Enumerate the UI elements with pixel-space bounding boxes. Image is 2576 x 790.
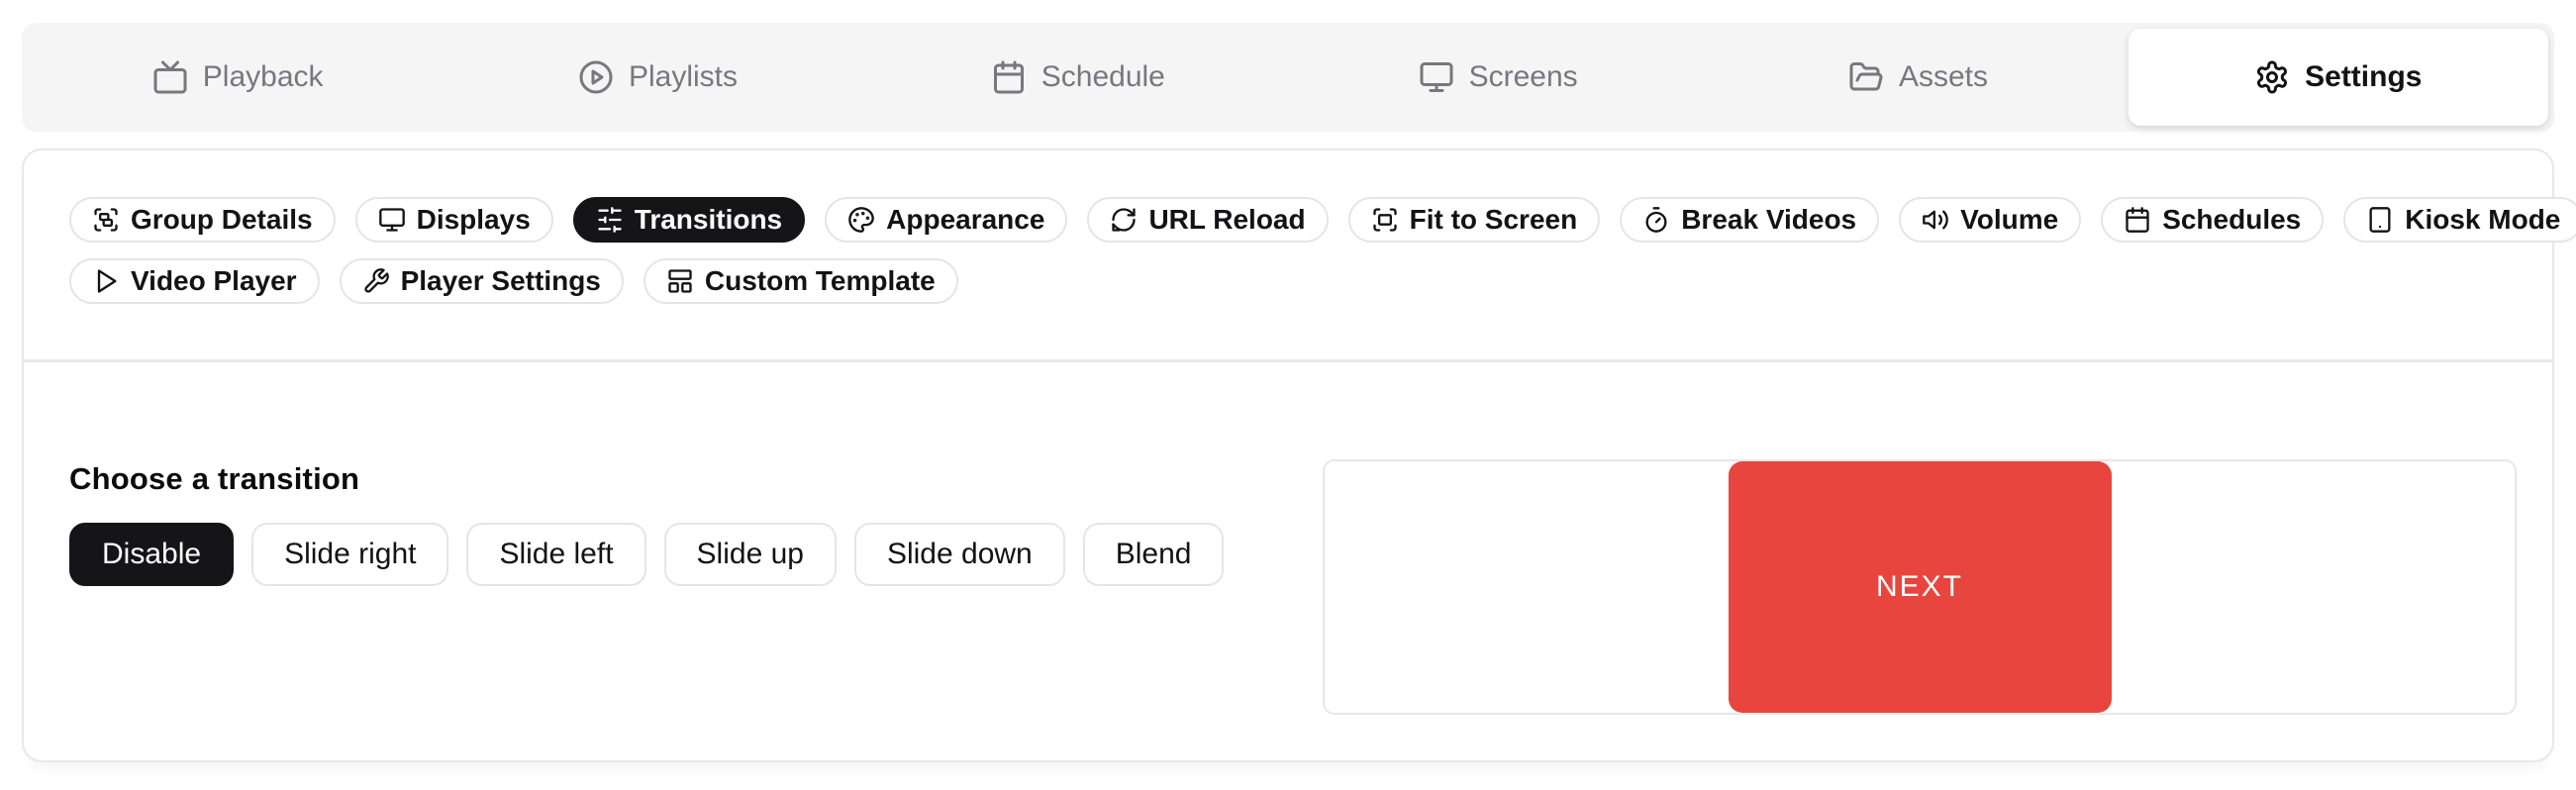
label: Volume bbox=[1960, 204, 2058, 236]
transition-option-slide-up[interactable]: Slide up bbox=[664, 523, 837, 586]
settings-tabs-row1: Group Details Displays Transitions Appearan… bbox=[69, 197, 2507, 243]
label: URL Reload bbox=[1148, 204, 1305, 236]
settings-tab-displays[interactable]: Displays bbox=[355, 197, 553, 243]
tab-assets[interactable]: Assets bbox=[1708, 29, 2128, 126]
label: Playlists bbox=[629, 60, 738, 94]
transition-options: Disable Slide right Slide left Slide up Slid… bbox=[69, 523, 1224, 586]
tab-playlists[interactable]: Playlists bbox=[447, 29, 867, 126]
sliders-icon bbox=[596, 206, 624, 234]
label: Fit to Screen bbox=[1410, 204, 1578, 236]
label: Blend bbox=[1116, 538, 1192, 571]
settings-tab-break-videos[interactable]: Break Videos bbox=[1620, 197, 1879, 243]
palette-icon bbox=[847, 206, 875, 234]
wrench-icon bbox=[362, 267, 390, 295]
calendar-icon bbox=[2124, 206, 2151, 234]
top-nav: Playback Playlists Schedule Screens Assets Se… bbox=[22, 23, 2554, 132]
monitor-icon bbox=[378, 206, 406, 234]
label: Assets bbox=[1899, 60, 1988, 94]
label: Disable bbox=[102, 538, 201, 571]
tab-schedule[interactable]: Schedule bbox=[868, 29, 1288, 126]
label: Video Player bbox=[131, 265, 297, 297]
tab-playback[interactable]: Playback bbox=[28, 29, 447, 126]
label: Break Videos bbox=[1681, 204, 1856, 236]
settings-tabs-row2: Video Player Player Settings Custom Templa… bbox=[69, 258, 2507, 304]
transition-preview: NEXT bbox=[1323, 459, 2517, 715]
volume-icon bbox=[1922, 206, 1949, 234]
settings-tab-video-player[interactable]: Video Player bbox=[69, 258, 320, 304]
label: Group Details bbox=[131, 204, 313, 236]
transition-heading: Choose a transition bbox=[69, 461, 1224, 497]
monitor-icon bbox=[1419, 59, 1454, 95]
settings-card: Group Details Displays Transitions Appearan… bbox=[22, 148, 2554, 762]
folder-open-icon bbox=[1848, 59, 1884, 95]
group-icon bbox=[92, 206, 120, 234]
transition-option-slide-down[interactable]: Slide down bbox=[854, 523, 1065, 586]
preview-next-slide: NEXT bbox=[1729, 461, 2112, 713]
tablet-icon bbox=[2366, 206, 2394, 234]
layout-icon bbox=[666, 267, 694, 295]
transition-option-slide-right[interactable]: Slide right bbox=[251, 523, 448, 586]
fullscreen-icon bbox=[1371, 206, 1399, 234]
settings-tab-url-reload[interactable]: URL Reload bbox=[1087, 197, 1328, 243]
settings-tab-appearance[interactable]: Appearance bbox=[825, 197, 1067, 243]
settings-tab-fit-to-screen[interactable]: Fit to Screen bbox=[1348, 197, 1601, 243]
play-icon bbox=[92, 267, 120, 295]
refresh-icon bbox=[1110, 206, 1138, 234]
gear-icon bbox=[2254, 59, 2290, 95]
settings-tab-volume[interactable]: Volume bbox=[1899, 197, 2081, 243]
label: Player Settings bbox=[401, 265, 601, 297]
label: Playback bbox=[203, 60, 324, 94]
label: Custom Template bbox=[705, 265, 936, 297]
transitions-panel: Choose a transition Disable Slide right Sl… bbox=[24, 362, 2552, 715]
label: Slide right bbox=[284, 538, 416, 571]
settings-tab-player-settings[interactable]: Player Settings bbox=[340, 258, 624, 304]
transition-option-disable[interactable]: Disable bbox=[69, 523, 234, 586]
tv-icon bbox=[152, 59, 188, 95]
timer-icon bbox=[1642, 206, 1670, 234]
label: Schedule bbox=[1041, 60, 1165, 94]
settings-tab-schedules[interactable]: Schedules bbox=[2101, 197, 2324, 243]
settings-tabs: Group Details Displays Transitions Appearan… bbox=[24, 150, 2552, 362]
label: Slide up bbox=[697, 538, 804, 571]
calendar-icon bbox=[991, 59, 1027, 95]
tab-screens[interactable]: Screens bbox=[1288, 29, 1708, 126]
label: Slide down bbox=[887, 538, 1033, 571]
transition-chooser: Choose a transition Disable Slide right Sl… bbox=[69, 459, 1224, 586]
label: Appearance bbox=[886, 204, 1044, 236]
transition-option-blend[interactable]: Blend bbox=[1083, 523, 1225, 586]
play-circle-icon bbox=[578, 59, 614, 95]
label: Screens bbox=[1469, 60, 1578, 94]
label: Settings bbox=[2305, 60, 2422, 94]
settings-tab-kiosk-mode[interactable]: Kiosk Mode bbox=[2343, 197, 2576, 243]
settings-tab-group-details[interactable]: Group Details bbox=[69, 197, 336, 243]
preview-next-label: NEXT bbox=[1876, 570, 1963, 604]
label: Transitions bbox=[635, 204, 782, 236]
tab-settings[interactable]: Settings bbox=[2129, 29, 2548, 126]
label: Kiosk Mode bbox=[2405, 204, 2560, 236]
label: Slide left bbox=[499, 538, 613, 571]
label: Schedules bbox=[2162, 204, 2301, 236]
label: Displays bbox=[417, 204, 531, 236]
settings-tab-custom-template[interactable]: Custom Template bbox=[644, 258, 958, 304]
transition-option-slide-left[interactable]: Slide left bbox=[466, 523, 645, 586]
settings-tab-transitions[interactable]: Transitions bbox=[573, 197, 805, 243]
